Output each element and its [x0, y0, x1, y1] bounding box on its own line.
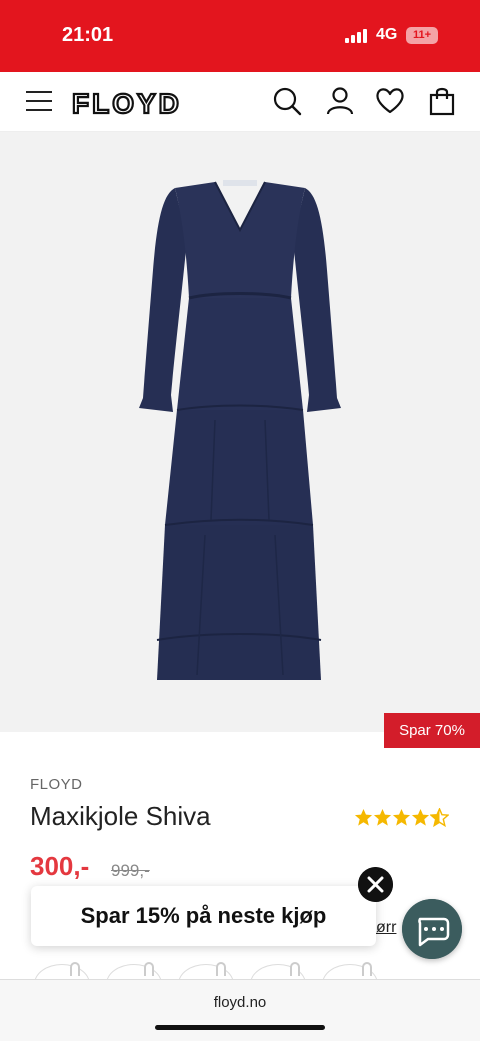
- status-time: 21:01: [62, 24, 114, 46]
- discount-badge: Spar 70%: [384, 713, 480, 748]
- current-price: 300,-: [30, 851, 90, 881]
- home-indicator: [155, 1025, 325, 1030]
- url-text[interactable]: floyd.no: [0, 994, 480, 1011]
- star-icon: [373, 808, 392, 826]
- product-title: Maxikjole Shiva: [30, 801, 211, 831]
- size-guide-link[interactable]: ørr: [376, 919, 396, 937]
- star-icon: [354, 808, 373, 826]
- browser-url-bar[interactable]: floyd.no: [0, 979, 480, 1041]
- close-icon[interactable]: [358, 867, 393, 902]
- brand-label[interactable]: FLOYD: [30, 776, 83, 793]
- half-star-icon: [430, 808, 449, 827]
- old-price: 999,-: [111, 861, 150, 880]
- logo-text: FLOYD: [72, 88, 182, 118]
- chat-icon[interactable]: [402, 899, 462, 959]
- status-bar: 21:01 4G 11+: [0, 0, 480, 72]
- signal-icon: [345, 29, 367, 43]
- dress-image: [139, 180, 341, 680]
- rating-stars[interactable]: [354, 808, 454, 830]
- star-icon: [392, 808, 411, 826]
- site-header: FLOYD: [0, 72, 480, 132]
- account-icon[interactable]: [325, 86, 355, 116]
- promo-text: Spar 15% på neste kjøp: [80, 903, 327, 928]
- bag-icon[interactable]: [427, 86, 457, 116]
- product-image[interactable]: [0, 132, 480, 732]
- network-label: 4G: [376, 26, 398, 43]
- floyd-logo[interactable]: FLOYD: [72, 86, 224, 118]
- battery-icon: 11+: [406, 27, 438, 44]
- menu-icon[interactable]: [26, 89, 52, 113]
- search-icon[interactable]: [272, 86, 302, 116]
- star-icon: [411, 808, 430, 826]
- heart-icon[interactable]: [375, 86, 405, 116]
- promo-banner[interactable]: Spar 15% på neste kjøp: [31, 886, 376, 946]
